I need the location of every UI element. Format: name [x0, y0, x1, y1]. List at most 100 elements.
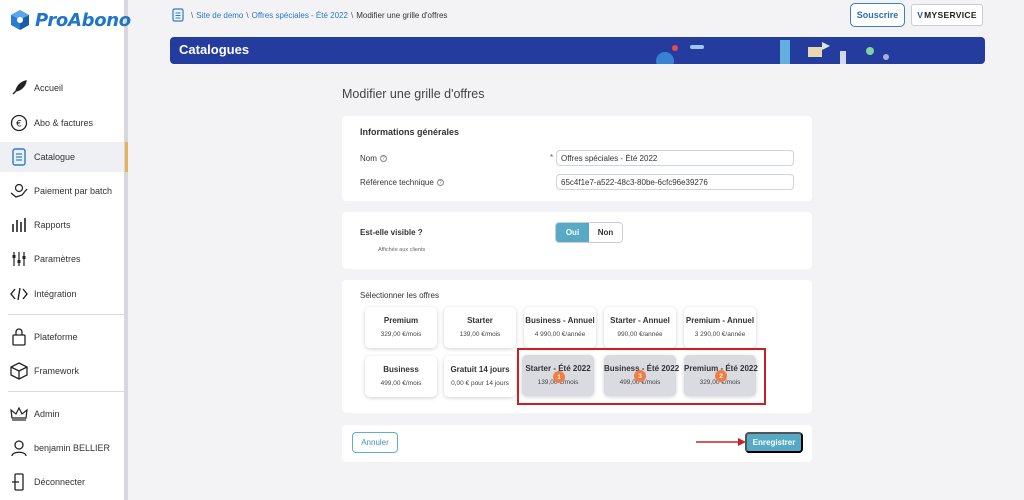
breadcrumb-offres-speciales[interactable]: Offres spéciales - Été 2022 [252, 11, 348, 20]
sidebar-item-label: Admin [34, 409, 60, 419]
visibility-title: Est-elle visible ? [360, 228, 423, 237]
visibility-subtitle: Affichée aux clients [378, 247, 426, 253]
offer-price: 329,00 €/mois [380, 331, 422, 338]
offer-card[interactable]: Starter 139,00 €/mois [444, 307, 516, 348]
offer-name: Starter [467, 316, 493, 325]
reference-label: Référence technique ? [360, 178, 444, 187]
sidebar-item-paiement-batch[interactable]: Paiement par batch [0, 176, 124, 206]
platform-icon [10, 328, 28, 346]
brand-name: ProAbono [35, 9, 131, 31]
save-button[interactable]: Enregistrer [745, 432, 803, 453]
general-info-title: Informations générales [360, 127, 460, 137]
settings-sliders-icon [10, 250, 28, 268]
svg-text:€: € [16, 120, 22, 130]
euro-icon: € [10, 114, 28, 132]
offer-price: 990,00 €/année [617, 331, 663, 338]
sidebar-item-plateforme[interactable]: Plateforme [0, 322, 124, 352]
catalog-icon [172, 8, 184, 22]
breadcrumb-separator: \ [350, 10, 354, 20]
sidebar-item-user[interactable]: benjamin BELLIER [0, 433, 124, 463]
sidebar: ProAbono Accueil € Abo & factures Catalo… [0, 0, 131, 500]
user-icon [10, 439, 28, 457]
help-icon[interactable]: ? [436, 179, 444, 186]
cancel-button[interactable]: Annuler [352, 432, 398, 453]
offer-card[interactable]: Business - Annuel 4 990,00 €/année [524, 307, 596, 348]
myservice-logo[interactable]: V MYSERVICE [911, 4, 983, 26]
offer-name: Gratuit 14 jours [450, 365, 510, 374]
sidebar-item-framework[interactable]: Framework [0, 356, 124, 386]
proabono-logo[interactable]: ProAbono [10, 9, 131, 31]
sidebar-item-parametres[interactable]: Paramètres [0, 244, 124, 274]
offer-card[interactable]: Premium 329,00 €/mois [365, 307, 437, 348]
offer-price: 3 290,00 €/année [694, 331, 746, 338]
visibility-no-option[interactable]: Non [589, 223, 622, 242]
sidebar-divider [8, 314, 124, 315]
sidebar-item-label: benjamin BELLIER [34, 443, 111, 453]
page-title: Modifier une grille d'offres [342, 87, 485, 101]
sidebar-item-label: Paiement par batch [34, 186, 113, 196]
offer-price: 0,00 € pour 14 jours [451, 380, 509, 387]
sidebar-item-label: Abo & factures [34, 118, 94, 128]
offers-title: Sélectionner les offres [360, 291, 440, 300]
sidebar-item-label: Intégration [34, 289, 77, 299]
offer-card[interactable]: Business 499,00 €/mois [365, 356, 437, 397]
breadcrumb-site-de-demo[interactable]: Site de demo [196, 11, 243, 20]
sidebar-item-label: Plateforme [34, 332, 78, 342]
required-asterisk: * [550, 153, 554, 162]
code-icon [10, 285, 28, 303]
visibility-toggle[interactable]: Oui Non [555, 222, 623, 243]
breadcrumb-current: Modifier une grille d'offres [356, 10, 448, 20]
visibility-yes-option[interactable]: Oui [556, 223, 589, 242]
rocket-icon [10, 79, 28, 97]
offer-price: 499,00 €/mois [380, 380, 422, 387]
catalog-icon [10, 148, 28, 166]
banner-illustration [656, 40, 889, 64]
general-info-card: Informations générales Nom ? * Référence… [342, 116, 812, 201]
name-label: Nom ? [360, 154, 387, 163]
reports-icon [10, 216, 28, 234]
offer-price: 139,00 €/mois [459, 331, 501, 338]
visibility-card: Est-elle visible ? Affichée aux clients … [342, 212, 812, 269]
reference-label-text: Référence technique [360, 178, 434, 187]
sidebar-divider [8, 391, 124, 392]
myservice-text: MYSERVICE [924, 10, 977, 20]
offer-price: 4 990,00 €/année [534, 331, 586, 338]
sidebar-item-admin[interactable]: Admin [0, 399, 124, 429]
sidebar-item-rapports[interactable]: Rapports [0, 210, 124, 240]
cube-icon [10, 362, 28, 380]
name-input[interactable] [556, 150, 794, 166]
banner-title: Catalogues [179, 42, 250, 57]
help-icon[interactable]: ? [379, 155, 387, 162]
payment-batch-icon [10, 182, 28, 200]
offer-name: Business [383, 365, 419, 374]
reference-input[interactable] [556, 174, 794, 190]
offer-name: Premium [383, 316, 419, 325]
offer-card[interactable]: Gratuit 14 jours 0,00 € pour 14 jours [444, 356, 516, 397]
logout-icon [10, 473, 28, 491]
sidebar-item-label: Framework [34, 366, 80, 376]
proabono-logo-icon [11, 10, 29, 30]
offer-name: Premium - Annuel [685, 316, 755, 325]
name-label-text: Nom [360, 154, 377, 163]
selection-highlight-box [517, 348, 766, 405]
myservice-v-mark: V [917, 10, 924, 20]
sidebar-item-abo-factures[interactable]: € Abo & factures [0, 108, 124, 138]
sidebar-item-label: Paramètres [34, 254, 81, 264]
sidebar-item-accueil[interactable]: Accueil [0, 73, 124, 103]
sidebar-item-deconnecter[interactable]: Déconnecter [0, 467, 124, 497]
annotation-arrow-icon [696, 438, 746, 446]
sidebar-item-label: Déconnecter [34, 477, 86, 487]
sidebar-item-label: Accueil [34, 83, 64, 93]
sidebar-item-label: Catalogue [34, 152, 76, 162]
offer-name: Starter - Annuel [610, 316, 670, 325]
sidebar-item-label: Rapports [34, 220, 71, 230]
sidebar-item-catalogue[interactable]: Catalogue [0, 142, 128, 172]
catalogues-banner: Catalogues [170, 37, 985, 64]
sidebar-item-integration[interactable]: Intégration [0, 279, 124, 309]
offer-card[interactable]: Premium - Annuel 3 290,00 €/année [684, 307, 756, 348]
crown-icon [10, 405, 28, 423]
breadcrumb-separator: \ [246, 10, 249, 20]
subscribe-button[interactable]: Souscrire [850, 3, 905, 27]
breadcrumb: \ Site de demo \ Offres spéciales - Été … [172, 8, 447, 22]
offer-card[interactable]: Starter - Annuel 990,00 €/année [604, 307, 676, 348]
